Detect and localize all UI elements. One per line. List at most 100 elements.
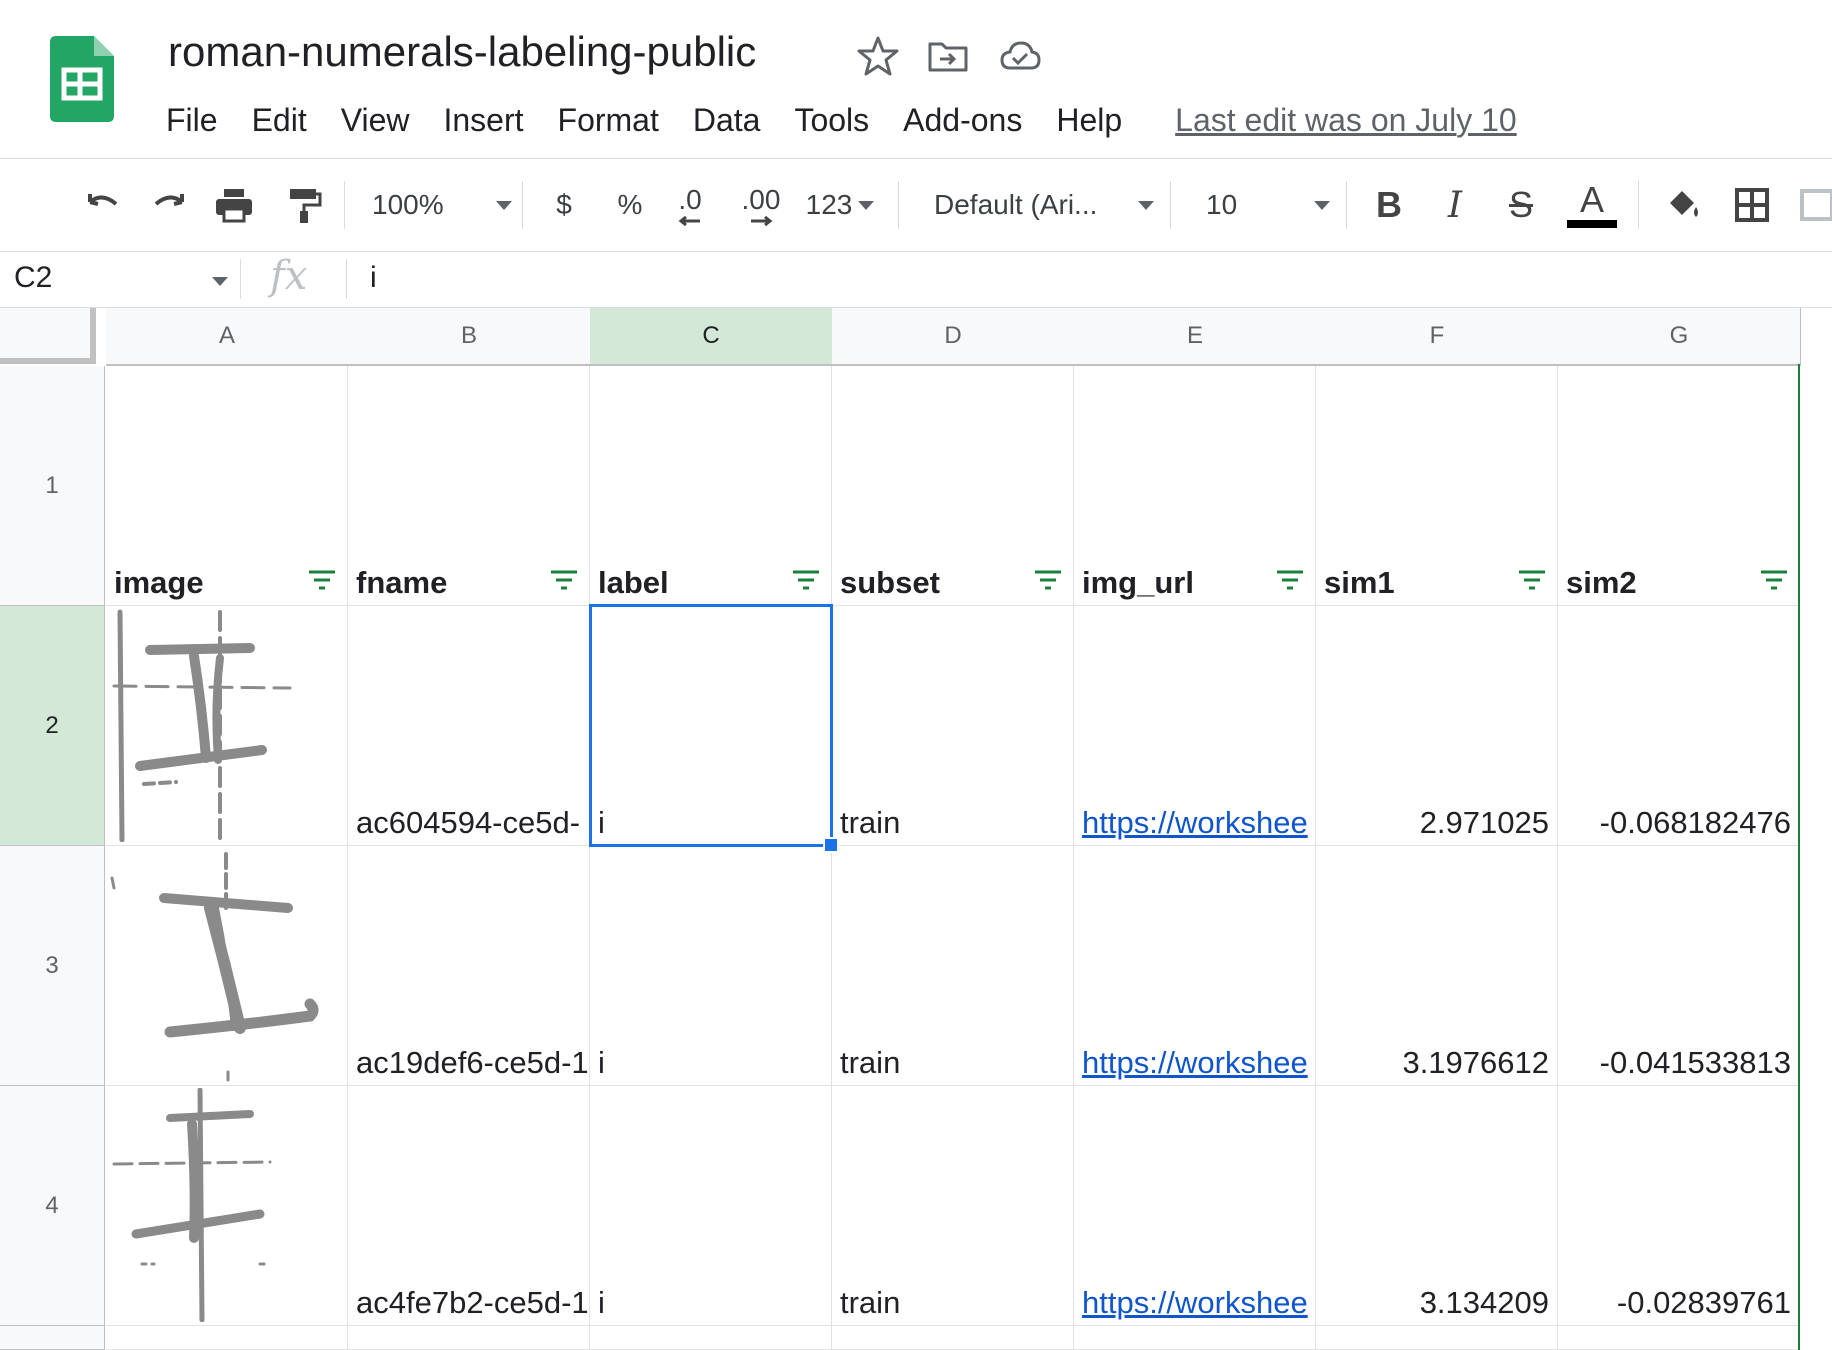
column-header-f[interactable]: F [1316, 308, 1559, 366]
cell-b3[interactable]: ac19def6-ce5d-1 [348, 846, 590, 1086]
img-url-link[interactable]: https://workshee [1082, 805, 1308, 841]
cell-a2[interactable] [106, 606, 348, 846]
menu-file[interactable]: File [166, 102, 235, 139]
decrease-decimal-button[interactable]: .0 [668, 159, 712, 251]
redo-button[interactable] [144, 159, 196, 251]
filter-icon[interactable] [1517, 569, 1547, 591]
last-edit-link[interactable]: Last edit was on July 10 [1175, 102, 1517, 139]
cell-b1[interactable]: fname [348, 366, 590, 606]
move-to-folder-icon[interactable] [926, 34, 970, 78]
cell-g2[interactable]: -0.068182476 [1558, 606, 1800, 846]
cell-g5[interactable] [1558, 1326, 1800, 1350]
column-header-c[interactable]: C [590, 308, 833, 366]
merge-cells-button[interactable] [1796, 159, 1832, 251]
cell-c3[interactable]: i [590, 846, 832, 1086]
cell-f1[interactable]: sim1 [1316, 366, 1558, 606]
undo-button[interactable] [76, 159, 128, 251]
cell-a4[interactable] [106, 1086, 348, 1326]
cell-c1[interactable]: label [590, 366, 832, 606]
cloud-saved-icon[interactable] [998, 34, 1042, 78]
menu-insert[interactable]: Insert [426, 102, 540, 139]
strikethrough-button[interactable]: S [1500, 159, 1542, 251]
sim1-value: 2.971025 [1419, 805, 1549, 840]
row-header-1[interactable]: 1 [0, 366, 105, 606]
cell-e2[interactable]: https://workshee [1074, 606, 1316, 846]
formula-bar-separator [240, 259, 241, 299]
column-header-a[interactable]: A [106, 308, 349, 366]
cell-e5[interactable] [1074, 1326, 1316, 1350]
menu-tools[interactable]: Tools [777, 102, 886, 139]
cell-a1[interactable]: image [106, 366, 348, 606]
menu-help[interactable]: Help [1039, 102, 1139, 139]
cell-b5[interactable] [348, 1326, 590, 1350]
sim1-value: 3.1976612 [1402, 1045, 1549, 1080]
chevron-down-icon[interactable] [212, 277, 228, 286]
menu-edit[interactable]: Edit [235, 102, 324, 139]
column-header-g[interactable]: G [1558, 308, 1801, 366]
zoom-value: 100% [372, 189, 444, 220]
row-header-2[interactable]: 2 [0, 606, 105, 846]
formula-input[interactable]: i [370, 261, 377, 295]
cell-b2[interactable]: ac604594-ce5d- [348, 606, 590, 846]
document-title[interactable]: roman-numerals-labeling-public [168, 28, 756, 76]
bold-button[interactable]: B [1368, 159, 1410, 251]
cell-d4[interactable]: train [832, 1086, 1074, 1326]
cell-d2[interactable]: train [832, 606, 1074, 846]
font-family-select[interactable]: Default (Ari... [934, 159, 1154, 251]
cell-d5[interactable] [832, 1326, 1074, 1350]
cell-c5[interactable] [590, 1326, 832, 1350]
cell-c2[interactable]: i [590, 606, 832, 846]
paint-format-button[interactable] [278, 159, 330, 251]
name-box[interactable]: C2 [14, 261, 52, 295]
google-sheets-logo-icon[interactable] [50, 36, 114, 122]
row-header-5[interactable] [0, 1326, 105, 1350]
img-url-link[interactable]: https://workshee [1082, 1285, 1308, 1321]
currency-format-button[interactable]: $ [544, 159, 584, 251]
italic-button[interactable]: I [1434, 159, 1476, 251]
cell-f5[interactable] [1316, 1326, 1558, 1350]
row-header-4[interactable]: 4 [0, 1086, 105, 1326]
increase-decimal-button[interactable]: .00 [736, 159, 786, 251]
borders-button[interactable] [1728, 159, 1776, 251]
cell-f3[interactable]: 3.1976612 [1316, 846, 1558, 1086]
zoom-select[interactable]: 100% [372, 159, 512, 251]
cell-f2[interactable]: 2.971025 [1316, 606, 1558, 846]
cell-d3[interactable]: train [832, 846, 1074, 1086]
fill-handle[interactable] [823, 837, 839, 853]
percent-format-button[interactable]: % [610, 159, 650, 251]
filter-icon[interactable] [549, 569, 579, 591]
star-icon[interactable] [856, 34, 900, 78]
filter-icon[interactable] [1033, 569, 1063, 591]
menu-format[interactable]: Format [541, 102, 676, 139]
cell-g3[interactable]: -0.041533813 [1558, 846, 1800, 1086]
cell-c4[interactable]: i [590, 1086, 832, 1326]
cell-g4[interactable]: -0.02839761 [1558, 1086, 1800, 1326]
cell-a5[interactable] [106, 1326, 348, 1350]
column-header-d[interactable]: D [832, 308, 1075, 366]
select-all-corner[interactable] [0, 308, 96, 364]
fill-color-button[interactable] [1660, 159, 1708, 251]
filter-icon[interactable] [791, 569, 821, 591]
cell-b4[interactable]: ac4fe7b2-ce5d-1 [348, 1086, 590, 1326]
filter-icon[interactable] [1275, 569, 1305, 591]
menu-data[interactable]: Data [676, 102, 778, 139]
filter-icon[interactable] [1759, 569, 1789, 591]
row-header-3[interactable]: 3 [0, 846, 105, 1086]
cell-g1[interactable]: sim2 [1558, 366, 1800, 606]
cell-e1[interactable]: img_url [1074, 366, 1316, 606]
cell-e3[interactable]: https://workshee [1074, 846, 1316, 1086]
column-header-b[interactable]: B [348, 308, 591, 366]
cell-e4[interactable]: https://workshee [1074, 1086, 1316, 1326]
menu-view[interactable]: View [324, 102, 427, 139]
font-size-select[interactable]: 10 [1206, 159, 1330, 251]
text-color-button[interactable]: A [1566, 159, 1618, 251]
cell-a3[interactable] [106, 846, 348, 1086]
img-url-link[interactable]: https://workshee [1082, 1045, 1308, 1081]
column-header-e[interactable]: E [1074, 308, 1317, 366]
cell-d1[interactable]: subset [832, 366, 1074, 606]
filter-icon[interactable] [307, 569, 337, 591]
menu-add-ons[interactable]: Add-ons [886, 102, 1039, 139]
print-button[interactable] [208, 159, 260, 251]
more-formats-button[interactable]: 123 [800, 159, 880, 251]
cell-f4[interactable]: 3.134209 [1316, 1086, 1558, 1326]
